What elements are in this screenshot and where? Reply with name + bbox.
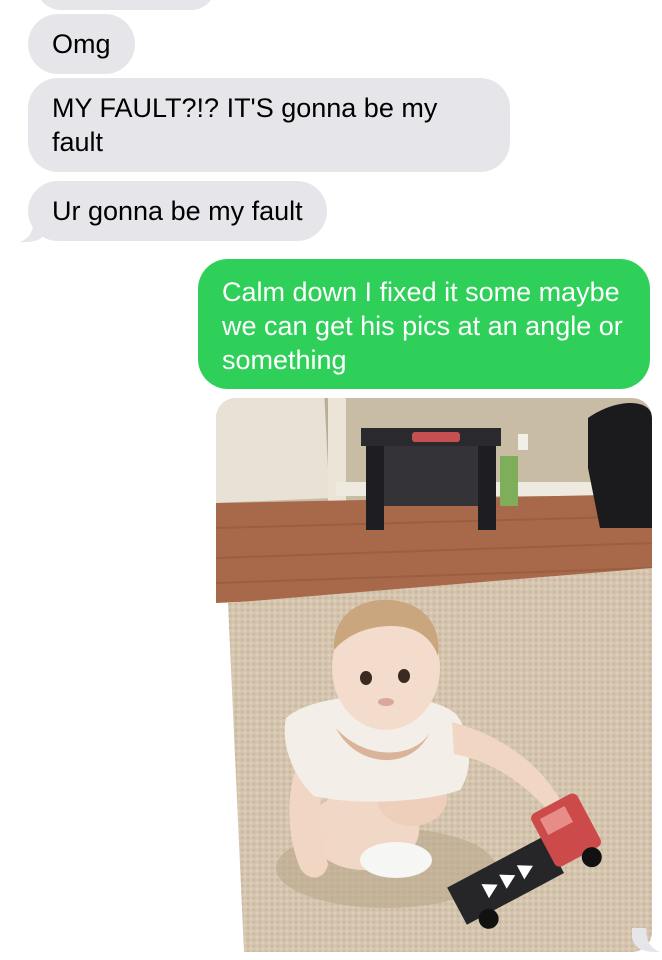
message-text: Calm down I fixed it some maybe we can g… (222, 277, 623, 375)
message-bubble-received[interactable]: Omg (28, 14, 135, 74)
message-bubble-cutoff[interactable] (36, 0, 216, 10)
bubble-tail-icon (632, 928, 660, 953)
photo-attachment[interactable] (216, 398, 652, 952)
message-text: Ur gonna be my fault (52, 196, 303, 226)
message-bubble-received[interactable]: Ur gonna be my fault (28, 181, 327, 241)
message-bubble-sent[interactable]: Calm down I fixed it some maybe we can g… (198, 259, 650, 389)
photo-image (216, 398, 652, 952)
message-thread: Omg MY FAULT?!? IT'S gonna be my fault U… (0, 0, 662, 960)
message-bubble-received[interactable]: MY FAULT?!? IT'S gonna be my fault (28, 78, 510, 172)
message-text: MY FAULT?!? IT'S gonna be my fault (52, 93, 438, 157)
bubble-tail-icon (20, 218, 48, 243)
message-text: Omg (52, 29, 111, 59)
